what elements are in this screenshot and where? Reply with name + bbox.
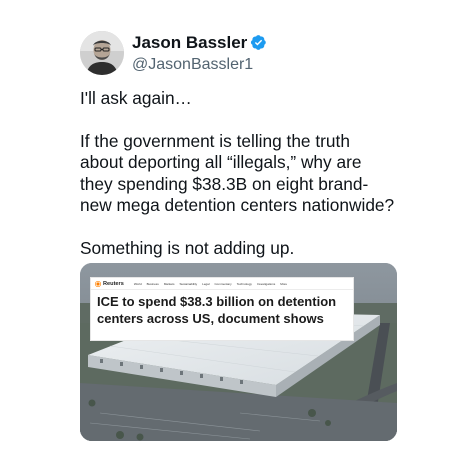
tweet-line: Something is not adding up. <box>80 237 295 258</box>
tweet-paragraph: I'll ask again… <box>80 88 410 109</box>
reuters-nav-item: More <box>280 281 288 286</box>
reuters-logo-icon: Reuters <box>95 280 124 287</box>
avatar[interactable] <box>80 31 124 75</box>
tweet-line: I'll ask again… <box>80 88 192 108</box>
author-display-name[interactable]: Jason Bassler <box>132 33 267 53</box>
tweet-line: If the government is telling the truth <box>80 130 350 151</box>
tweet-card: Jason Bassler @JasonBassler1 I'll ask ag… <box>0 0 474 474</box>
verified-badge-icon <box>251 35 267 50</box>
reuters-nav-items: World Business Markets Sustainability Le… <box>134 282 287 286</box>
reuters-nav-item: Commentary <box>214 281 232 286</box>
reuters-nav-item: World <box>133 281 142 286</box>
headline-line: ICE to spend $38.3 billion on detention <box>97 294 337 309</box>
tweet-paragraph: If the government is telling the truth a… <box>80 131 410 217</box>
reuters-nav-item: Markets <box>163 281 175 286</box>
tweet-paragraph: Something is not adding up. <box>80 238 410 259</box>
reuters-nav-item: Investigations <box>256 281 276 286</box>
reuters-nav-item: Sustainability <box>179 281 198 286</box>
avatar-photo <box>80 31 124 75</box>
author-name-text: Jason Bassler <box>132 33 248 52</box>
reuters-article-screenshot: Reuters World Business Markets Sustainab… <box>90 277 354 341</box>
author-handle[interactable]: @JasonBassler1 <box>132 55 253 75</box>
tweet-line: new mega detention centers nationwide? <box>80 195 395 216</box>
reuters-logo-text: Reuters <box>103 280 124 287</box>
reuters-logo-mark <box>95 280 101 287</box>
tweet-line: they spending $38.3B on eight brand- <box>80 173 369 194</box>
article-headline: ICE to spend $38.3 billion on detention … <box>97 293 349 327</box>
tweet-text: I'll ask again… If the government is tel… <box>80 88 410 281</box>
reuters-nav-bar: Reuters World Business Markets Sustainab… <box>91 278 353 290</box>
reuters-nav-item: Technology <box>236 281 252 286</box>
tweet-line: about deporting all “illegals,” why are <box>80 152 362 173</box>
reuters-nav-item: Legal <box>202 281 210 286</box>
tweet-media-image[interactable]: Reuters World Business Markets Sustainab… <box>80 263 397 441</box>
headline-line: centers across US, document shows <box>97 311 324 326</box>
reuters-nav-item: Business <box>146 281 159 286</box>
